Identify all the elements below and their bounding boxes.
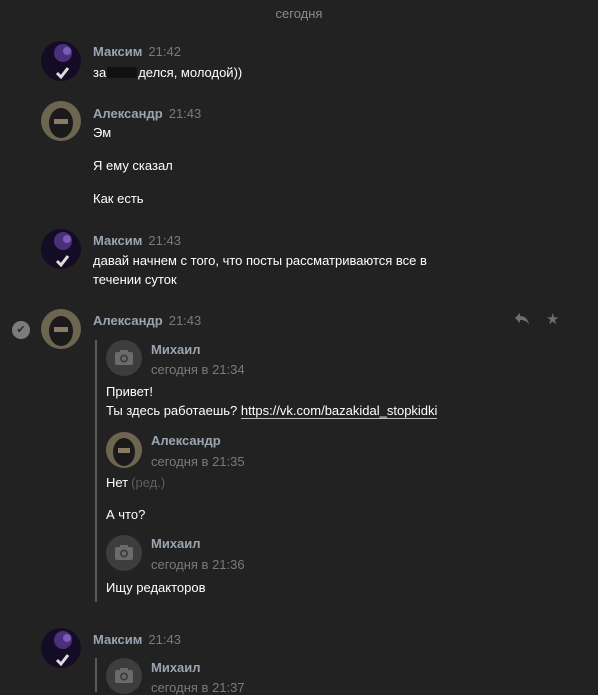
redacted-mark <box>107 67 138 78</box>
camera-icon <box>115 668 133 683</box>
message-text: давай начнем с того, что посты рассматри… <box>93 253 427 268</box>
forwarded-author[interactable]: Михаил <box>151 536 201 551</box>
forwarded-text: Нет (ред.) <box>106 475 166 490</box>
forwarded-text: Ищу редакторов <box>106 580 206 595</box>
forwarded-author[interactable]: Михаил <box>151 660 201 675</box>
forwarded-date[interactable]: сегодня в 21:34 <box>151 362 245 377</box>
avatar[interactable] <box>41 628 81 668</box>
camera-icon <box>115 350 133 365</box>
avatar[interactable] <box>41 101 81 141</box>
message-time: 21:42 <box>148 44 181 59</box>
date-separator: сегодня <box>275 6 323 21</box>
author-name[interactable]: Максим 21:42 <box>93 44 181 59</box>
message-time: 21:43 <box>168 106 202 121</box>
selected-check-icon[interactable]: ✔ <box>12 321 30 339</box>
forwarded-author[interactable]: Александр <box>151 433 221 448</box>
forwarded-date[interactable]: сегодня в 21:37 <box>151 680 245 695</box>
edited-mark: (ред.) <box>131 475 166 490</box>
message-time: 21:43 <box>148 632 181 647</box>
star-icon[interactable]: ★ <box>546 310 559 328</box>
avatar[interactable] <box>41 41 81 81</box>
message-text: за делся, молодой)) <box>93 65 243 80</box>
forwarded-text: Ты здесь работаешь? https://vk.com/bazak… <box>106 403 438 419</box>
avatar-placeholder[interactable] <box>106 535 142 571</box>
message-time: 21:43 <box>148 233 181 248</box>
message-text: Как есть <box>93 191 144 206</box>
forward-line <box>95 340 97 602</box>
forwarded-link[interactable]: https://vk.com/bazakidal_stopkidki <box>240 403 438 419</box>
author-name[interactable]: Максим 21:43 <box>93 233 181 248</box>
forwarded-text: А что? <box>106 507 146 522</box>
message-text: Эм <box>93 125 112 140</box>
avatar-placeholder[interactable] <box>106 340 142 376</box>
camera-icon <box>115 545 133 560</box>
message-text: Я ему сказал <box>93 158 173 173</box>
author-name[interactable]: Александр 21:43 <box>93 313 201 328</box>
author-name[interactable]: Максим 21:43 <box>93 632 181 647</box>
avatar[interactable] <box>106 432 142 468</box>
avatar[interactable] <box>41 309 81 349</box>
forward-line <box>95 658 97 692</box>
author-name[interactable]: Александр 21:43 <box>93 106 201 121</box>
forwarded-author[interactable]: Михаил <box>151 342 201 357</box>
avatar-placeholder[interactable] <box>106 658 142 694</box>
avatar[interactable] <box>41 229 81 269</box>
forwarded-text: Привет! <box>106 384 153 399</box>
message-time: 21:43 <box>168 313 202 328</box>
reply-icon[interactable] <box>514 312 530 330</box>
forwarded-date[interactable]: сегодня в 21:35 <box>151 454 245 469</box>
forwarded-date[interactable]: сегодня в 21:36 <box>151 557 245 572</box>
message-text: течении суток <box>93 272 177 287</box>
